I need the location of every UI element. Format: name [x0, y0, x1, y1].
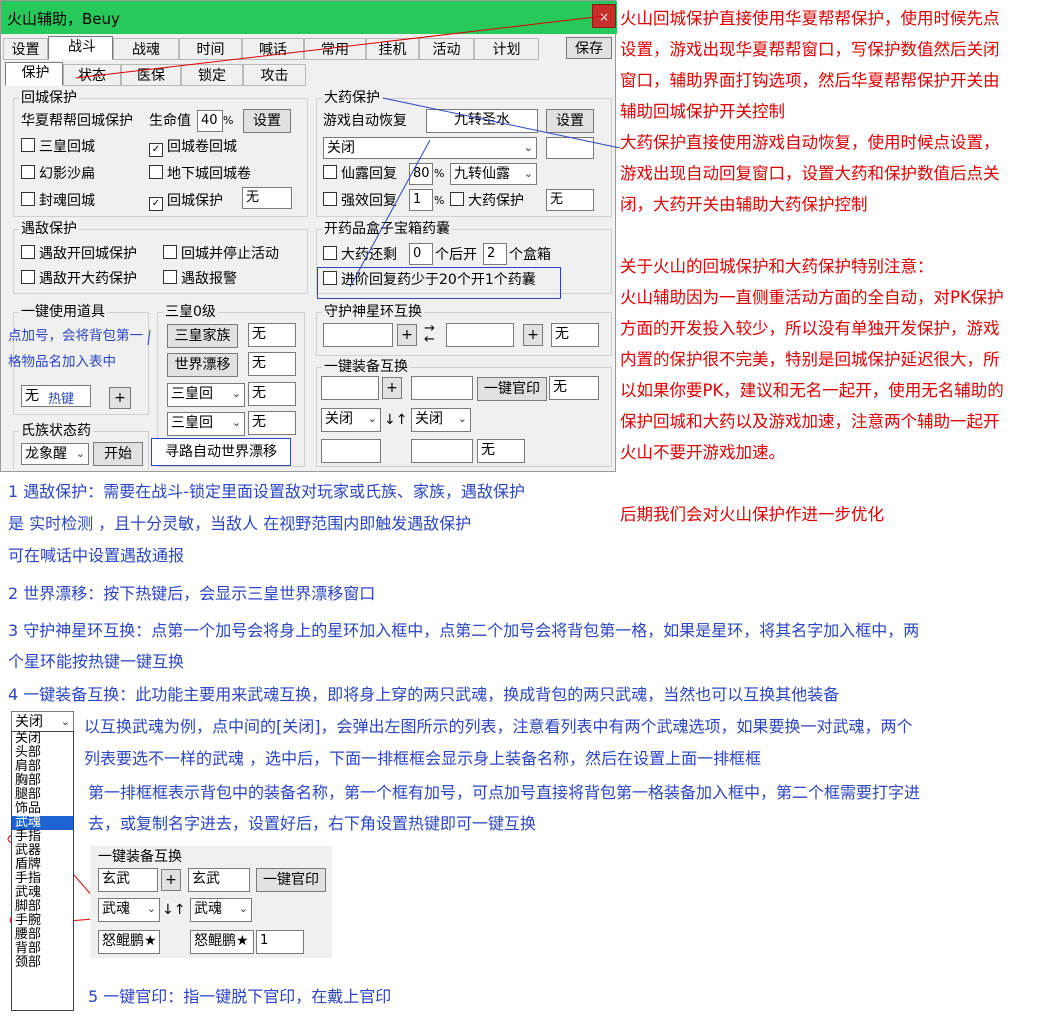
example-guanyin-button[interactable]: 一键官印	[256, 868, 326, 892]
dropdown-option[interactable]: 手指	[12, 872, 73, 886]
dropdown-option[interactable]: 手腕	[12, 914, 73, 928]
example-select-1[interactable]: 武魂 ⌄	[98, 898, 160, 922]
red-notes: 火山回城保护直接使用华夏帮帮保护，使用时候先点 设置，游戏出现华夏帮帮窗口，写保护…	[620, 9, 1004, 524]
chevron-down-icon: ⌄	[60, 715, 70, 728]
example-select-2[interactable]: 武魂 ⌄	[190, 898, 252, 922]
dropdown-option[interactable]: 腰部	[12, 928, 73, 942]
note-3a: 3 守护神星环互换：点第一个加号会将身上的星环加入框中，点第二个加号会将背包第一…	[8, 621, 920, 640]
note-4b: 列表要选不一样的武魂 ，选中后，下面一排框框会显示身上装备名称，然后在设置上面一…	[84, 749, 762, 768]
note-3b: 个星环能按热键一键互换	[8, 652, 185, 671]
dropdown-option[interactable]: 盾牌	[12, 858, 73, 872]
example-title: 一键装备互换	[98, 849, 182, 865]
chevron-down-icon: ⌄	[146, 902, 156, 915]
dropdown-option[interactable]: 武魂	[12, 816, 73, 830]
dropdown-option[interactable]: 肩部	[12, 760, 73, 774]
note-2: 2 世界漂移：按下热键后，会显示三皇世界漂移窗口	[8, 584, 376, 603]
example-swap-arrows-icon: ↓↑	[162, 902, 186, 918]
example-input-1[interactable]: 玄武	[98, 868, 158, 892]
dropdown-option[interactable]: 背部	[12, 942, 73, 956]
note-1c: 可在喊话中设置遇敌通报	[8, 546, 185, 565]
dropdown-option[interactable]: 胸部	[12, 774, 73, 788]
example-input-3[interactable]: 怒鲲鹏★	[98, 930, 160, 954]
dropdown-option[interactable]: 颈部	[12, 956, 73, 970]
dropdown-option[interactable]: 饰品	[12, 802, 73, 816]
dropdown-option[interactable]: 头部	[12, 746, 73, 760]
dropdown-option[interactable]: 武器	[12, 844, 73, 858]
dropdown-option[interactable]: 关闭	[12, 732, 73, 746]
dropdown-list: 关闭 头部 肩部 胸部 腿部 饰品 武魂 手指 武器 盾牌 手指 武魂 脚部 手腕 腰部 背部 颈部	[11, 731, 74, 1011]
note-1a: 1 遇敌保护：需要在战斗-锁定里面设置敌对玩家或氏族、家族，遇敌保护	[8, 482, 526, 501]
dropdown-option[interactable]: 手指	[12, 830, 73, 844]
example-hotkey[interactable]: 1	[256, 930, 304, 954]
dropdown-select[interactable]: 关闭 ⌄	[11, 711, 74, 732]
note-4a: 以互换武魂为例，点中间的[关闭]，会弹出左图所示的列表，注意看列表中有两个武魂选…	[84, 717, 913, 736]
example-panel: 一键装备互换 玄武 + 玄武 一键官印 武魂 ⌄ ↓↑ 武魂 ⌄ 怒鲲鹏★ 怒鲲鹏★…	[90, 846, 332, 958]
dropdown-option[interactable]: 脚部	[12, 900, 73, 914]
note-4c: 第一排框框表示背包中的装备名称，第一个框有加号，可点加号直接将背包第一格装备加入…	[88, 783, 921, 802]
note-5: 5 一键官印：指一键脱下官印，在戴上官印	[88, 987, 392, 1006]
example-input-2[interactable]: 玄武	[188, 868, 250, 892]
dropdown-option[interactable]: 武魂	[12, 886, 73, 900]
example-input-4[interactable]: 怒鲲鹏★	[190, 930, 254, 954]
chevron-down-icon: ⌄	[238, 902, 248, 915]
note-4d: 去，或复制名字进去，设置好后，右下角设置热键即可一键互换	[88, 814, 537, 833]
dropdown-option[interactable]: 腿部	[12, 788, 73, 802]
example-plus-button[interactable]: +	[161, 869, 181, 891]
note-4: 4 一键装备互换：此功能主要用来武魂互换，即将身上穿的两只武魂，换成背包的两只武…	[8, 685, 840, 704]
note-1b: 是 实时检测 ，且十分灵敏，当敌人 在视野范围内即触发遇敌保护	[8, 514, 472, 533]
